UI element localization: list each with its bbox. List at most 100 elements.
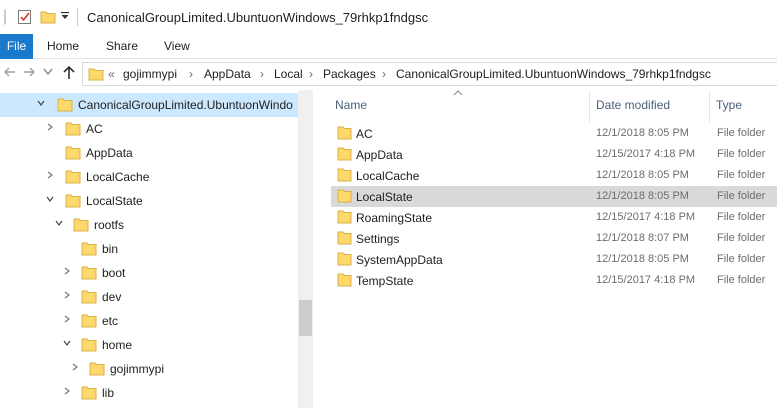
crumb-packages[interactable]: Packages (323, 67, 376, 81)
crumb-separator[interactable]: › (260, 67, 264, 81)
tree-item-localstate[interactable]: LocalState (0, 189, 298, 213)
tree-item-bin[interactable]: bin (0, 237, 298, 261)
folder-icon (337, 126, 352, 140)
tree-item-label: AC (86, 122, 103, 136)
file-name: TempState (356, 274, 414, 288)
tree-item-ac[interactable]: AC (0, 117, 298, 141)
file-date: 12/1/2018 8:05 PM (596, 253, 689, 265)
tree-item-label: LocalCache (86, 170, 150, 184)
crumb-canonical[interactable]: CanonicalGroupLimited.UbuntuonWindows_79… (396, 67, 711, 81)
system-menu-icon[interactable] (4, 9, 16, 25)
file-type: File folder (717, 274, 766, 286)
title-bar: CanonicalGroupLimited.UbuntuonWindows_79… (0, 0, 777, 34)
file-name: Settings (356, 232, 400, 246)
file-row-localstate[interactable]: LocalState 12/1/2018 8:05 PM File folder (331, 186, 777, 207)
tree-item-lib[interactable]: lib (0, 381, 298, 405)
chevron-right-icon[interactable] (62, 290, 72, 300)
tree-item-label: home (102, 338, 133, 352)
column-divider[interactable] (589, 92, 590, 122)
folder-icon (57, 98, 73, 112)
chevron-right-icon[interactable] (62, 314, 72, 324)
file-date: 12/1/2018 8:05 PM (596, 169, 689, 181)
file-type: File folder (717, 169, 766, 181)
tab-home[interactable]: Home (47, 34, 79, 59)
crumb-local[interactable]: Local (274, 67, 303, 81)
folder-icon (81, 386, 97, 400)
window-title: CanonicalGroupLimited.UbuntuonWindows_79… (87, 10, 429, 25)
chevron-right-icon[interactable] (62, 266, 72, 276)
address-bar[interactable]: « gojimmypi › AppData › Local › Packages… (82, 62, 777, 86)
column-divider[interactable] (709, 92, 710, 122)
file-row-tempstate[interactable]: TempState 12/15/2017 4:18 PM File folder (331, 270, 777, 291)
tree-item-label: LocalState (86, 194, 143, 208)
file-date: 12/15/2017 4:18 PM (596, 274, 696, 286)
chevron-right-icon[interactable] (62, 386, 72, 396)
folder-icon (81, 266, 97, 280)
folder-icon (337, 189, 352, 203)
up-folder-icon[interactable] (62, 65, 76, 80)
sort-ascending-icon (453, 90, 463, 96)
tree-item-home[interactable]: home (0, 333, 298, 357)
recent-locations-icon[interactable] (43, 68, 53, 76)
file-date: 12/1/2018 8:07 PM (596, 232, 689, 244)
folder-icon (81, 290, 97, 304)
file-row-systemappdata[interactable]: SystemAppData 12/1/2018 8:05 PM File fol… (331, 249, 777, 270)
navigation-pane-scrollbar[interactable] (298, 90, 313, 408)
file-type: File folder (717, 253, 766, 265)
back-icon[interactable] (3, 65, 17, 79)
file-row-localcache[interactable]: LocalCache 12/1/2018 8:05 PM File folder (331, 165, 777, 186)
properties-icon[interactable] (17, 9, 33, 25)
tree-item-rootfs[interactable]: rootfs (0, 213, 298, 237)
folder-icon (65, 146, 81, 160)
crumb-separator[interactable]: › (189, 67, 193, 81)
chevron-right-icon[interactable] (70, 362, 80, 372)
file-type: File folder (717, 127, 766, 139)
crumb-appdata[interactable]: AppData (204, 67, 251, 81)
tab-view[interactable]: View (164, 34, 190, 59)
file-name: SystemAppData (356, 253, 443, 267)
folder-icon (81, 314, 97, 328)
column-header-name[interactable]: Name (335, 98, 367, 112)
file-row-settings[interactable]: Settings 12/1/2018 8:07 PM File folder (331, 228, 777, 249)
new-folder-icon[interactable] (40, 9, 56, 25)
scrollbar-thumb[interactable] (299, 300, 312, 336)
tree-item-label: boot (102, 266, 126, 280)
address-overflow[interactable]: « (108, 67, 115, 81)
tab-file[interactable]: File (0, 34, 33, 59)
chevron-down-icon[interactable] (54, 218, 64, 228)
ribbon-tabs: File Home Share View (0, 34, 777, 59)
tree-item-label: etc (102, 314, 119, 328)
title-separator (77, 8, 78, 26)
folder-icon (81, 242, 97, 256)
tree-item-localcache[interactable]: LocalCache (0, 165, 298, 189)
crumb-gojimmypi[interactable]: gojimmypi (123, 67, 177, 81)
file-date: 12/15/2017 4:18 PM (596, 211, 696, 223)
chevron-down-icon[interactable] (36, 98, 46, 108)
tree-item-dev[interactable]: dev (0, 285, 298, 309)
file-row-ac[interactable]: AC 12/1/2018 8:05 PM File folder (331, 123, 777, 144)
file-type: File folder (717, 190, 766, 202)
crumb-separator[interactable]: › (382, 67, 386, 81)
file-name: AppData (356, 148, 403, 162)
chevron-right-icon[interactable] (45, 170, 55, 180)
chevron-right-icon[interactable] (45, 122, 55, 132)
tab-share[interactable]: Share (106, 34, 138, 59)
chevron-down-icon[interactable] (45, 194, 55, 204)
column-header-date-modified[interactable]: Date modified (596, 98, 670, 112)
tree-item-gojimmypi[interactable]: gojimmypi (0, 357, 298, 381)
folder-icon (65, 170, 81, 184)
tree-item-label: AppData (86, 146, 133, 160)
crumb-separator[interactable]: › (309, 67, 313, 81)
customize-toolbar-icon[interactable] (60, 10, 70, 22)
tree-item-canonical[interactable]: CanonicalGroupLimited.UbuntuonWindo (0, 93, 298, 117)
chevron-down-icon[interactable] (62, 338, 72, 348)
folder-icon (337, 147, 352, 161)
forward-icon[interactable] (22, 65, 36, 79)
column-header-type[interactable]: Type (716, 98, 742, 112)
tree-item-boot[interactable]: boot (0, 261, 298, 285)
tree-item-etc[interactable]: etc (0, 309, 298, 333)
file-row-roamingstate[interactable]: RoamingState 12/15/2017 4:18 PM File fol… (331, 207, 777, 228)
tree-item-appdata[interactable]: AppData (0, 141, 298, 165)
file-row-appdata[interactable]: AppData 12/15/2017 4:18 PM File folder (331, 144, 777, 165)
folder-icon (337, 252, 352, 266)
